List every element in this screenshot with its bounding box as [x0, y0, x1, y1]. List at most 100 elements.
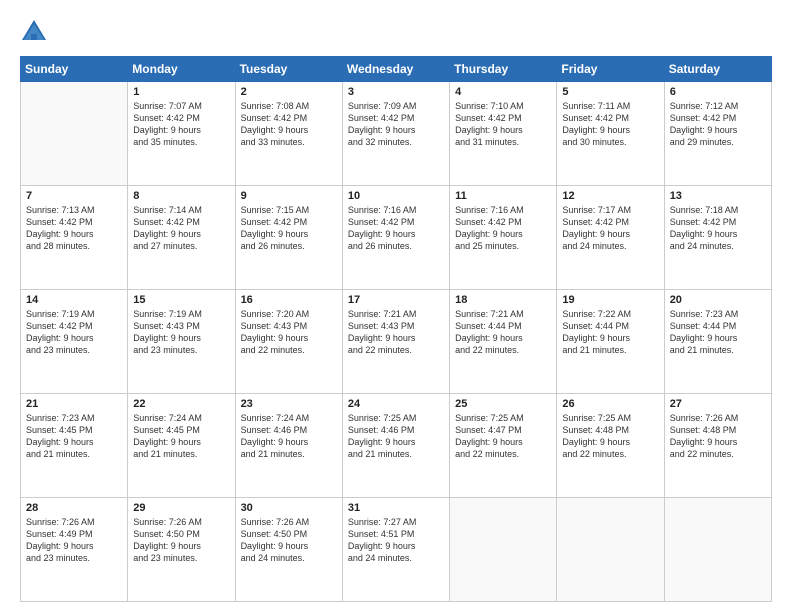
- day-number: 19: [562, 294, 658, 306]
- calendar-cell: [21, 82, 128, 186]
- calendar-cell: 17 Sunrise: 7:21 AM Sunset: 4:43 PM Dayli…: [342, 290, 449, 394]
- calendar-cell: 4 Sunrise: 7:10 AM Sunset: 4:42 PM Daylig…: [450, 82, 557, 186]
- day-number: 28: [26, 502, 122, 514]
- cell-info: Sunrise: 7:15 AM Sunset: 4:42 PM Dayligh…: [241, 204, 337, 253]
- calendar-table: SundayMondayTuesdayWednesdayThursdayFrid…: [20, 56, 772, 602]
- cell-info: Sunrise: 7:16 AM Sunset: 4:42 PM Dayligh…: [348, 204, 444, 253]
- calendar-cell: 21 Sunrise: 7:23 AM Sunset: 4:45 PM Dayli…: [21, 394, 128, 498]
- day-number: 9: [241, 190, 337, 202]
- calendar-cell: 27Sunrise: 7:26 AM Sunset: 4:48 PM Dayli…: [664, 394, 771, 498]
- calendar-cell: 11 Sunrise: 7:16 AM Sunset: 4:42 PM Dayli…: [450, 186, 557, 290]
- cell-info: Sunrise: 7:12 AM Sunset: 4:42 PM Dayligh…: [670, 100, 766, 149]
- day-number: 23: [241, 398, 337, 410]
- cell-info: Sunrise: 7:25 AM Sunset: 4:47 PM Dayligh…: [455, 412, 551, 461]
- cell-info: Sunrise: 7:14 AM Sunset: 4:42 PM Dayligh…: [133, 204, 229, 253]
- logo: [20, 18, 52, 46]
- day-number: 31: [348, 502, 444, 514]
- calendar-cell: 12 Sunrise: 7:17 AM Sunset: 4:42 PM Dayli…: [557, 186, 664, 290]
- calendar-cell: 19 Sunrise: 7:22 AM Sunset: 4:44 PM Dayli…: [557, 290, 664, 394]
- cell-info: Sunrise: 7:26 AM Sunset: 4:50 PM Dayligh…: [241, 516, 337, 565]
- cell-info: Sunrise: 7:13 AM Sunset: 4:42 PM Dayligh…: [26, 204, 122, 253]
- cell-info: Sunrise: 7:11 AM Sunset: 4:42 PM Dayligh…: [562, 100, 658, 149]
- cell-info: Sunrise: 7:23 AM Sunset: 4:45 PM Dayligh…: [26, 412, 122, 461]
- day-number: 18: [455, 294, 551, 306]
- page: SundayMondayTuesdayWednesdayThursdayFrid…: [0, 0, 792, 612]
- day-number: 26: [562, 398, 658, 410]
- day-number: 12: [562, 190, 658, 202]
- day-number: 1: [133, 86, 229, 98]
- calendar-cell: [664, 498, 771, 602]
- cell-info: Sunrise: 7:27 AM Sunset: 4:51 PM Dayligh…: [348, 516, 444, 565]
- calendar-cell: 22 Sunrise: 7:24 AM Sunset: 4:45 PM Dayli…: [128, 394, 235, 498]
- calendar-cell: 29 Sunrise: 7:26 AM Sunset: 4:50 PM Dayli…: [128, 498, 235, 602]
- calendar-weekday-header: Tuesday: [235, 57, 342, 82]
- calendar-cell: 30 Sunrise: 7:26 AM Sunset: 4:50 PM Dayli…: [235, 498, 342, 602]
- calendar-weekday-header: Sunday: [21, 57, 128, 82]
- calendar-cell: [557, 498, 664, 602]
- day-number: 16: [241, 294, 337, 306]
- calendar-cell: 23Sunrise: 7:24 AM Sunset: 4:46 PM Dayli…: [235, 394, 342, 498]
- cell-info: Sunrise: 7:10 AM Sunset: 4:42 PM Dayligh…: [455, 100, 551, 149]
- cell-info: Sunrise: 7:23 AM Sunset: 4:44 PM Dayligh…: [670, 308, 766, 357]
- cell-info: Sunrise: 7:08 AM Sunset: 4:42 PM Dayligh…: [241, 100, 337, 149]
- day-number: 3: [348, 86, 444, 98]
- cell-info: Sunrise: 7:25 AM Sunset: 4:46 PM Dayligh…: [348, 412, 444, 461]
- day-number: 27: [670, 398, 766, 410]
- cell-info: Sunrise: 7:21 AM Sunset: 4:43 PM Dayligh…: [348, 308, 444, 357]
- day-number: 15: [133, 294, 229, 306]
- cell-info: Sunrise: 7:22 AM Sunset: 4:44 PM Dayligh…: [562, 308, 658, 357]
- calendar-cell: 16 Sunrise: 7:20 AM Sunset: 4:43 PM Dayli…: [235, 290, 342, 394]
- calendar-week-row: 7Sunrise: 7:13 AM Sunset: 4:42 PM Daylig…: [21, 186, 772, 290]
- calendar-cell: 3Sunrise: 7:09 AM Sunset: 4:42 PM Daylig…: [342, 82, 449, 186]
- calendar-weekday-header: Wednesday: [342, 57, 449, 82]
- day-number: 4: [455, 86, 551, 98]
- day-number: 10: [348, 190, 444, 202]
- day-number: 2: [241, 86, 337, 98]
- cell-info: Sunrise: 7:18 AM Sunset: 4:42 PM Dayligh…: [670, 204, 766, 253]
- calendar-cell: 6 Sunrise: 7:12 AM Sunset: 4:42 PM Daylig…: [664, 82, 771, 186]
- calendar-cell: 10 Sunrise: 7:16 AM Sunset: 4:42 PM Dayli…: [342, 186, 449, 290]
- calendar-cell: 18 Sunrise: 7:21 AM Sunset: 4:44 PM Dayli…: [450, 290, 557, 394]
- day-number: 8: [133, 190, 229, 202]
- cell-info: Sunrise: 7:24 AM Sunset: 4:45 PM Dayligh…: [133, 412, 229, 461]
- calendar-cell: [450, 498, 557, 602]
- calendar-week-row: 1 Sunrise: 7:07 AM Sunset: 4:42 PM Daylig…: [21, 82, 772, 186]
- day-number: 14: [26, 294, 122, 306]
- day-number: 30: [241, 502, 337, 514]
- cell-info: Sunrise: 7:07 AM Sunset: 4:42 PM Dayligh…: [133, 100, 229, 149]
- day-number: 17: [348, 294, 444, 306]
- calendar-week-row: 14 Sunrise: 7:19 AM Sunset: 4:42 PM Dayli…: [21, 290, 772, 394]
- day-number: 29: [133, 502, 229, 514]
- calendar-cell: 1 Sunrise: 7:07 AM Sunset: 4:42 PM Daylig…: [128, 82, 235, 186]
- cell-info: Sunrise: 7:20 AM Sunset: 4:43 PM Dayligh…: [241, 308, 337, 357]
- calendar-cell: 5Sunrise: 7:11 AM Sunset: 4:42 PM Daylig…: [557, 82, 664, 186]
- calendar-cell: 15Sunrise: 7:19 AM Sunset: 4:43 PM Dayli…: [128, 290, 235, 394]
- cell-info: Sunrise: 7:26 AM Sunset: 4:50 PM Dayligh…: [133, 516, 229, 565]
- calendar-cell: 14 Sunrise: 7:19 AM Sunset: 4:42 PM Dayli…: [21, 290, 128, 394]
- day-number: 20: [670, 294, 766, 306]
- calendar-cell: 7Sunrise: 7:13 AM Sunset: 4:42 PM Daylig…: [21, 186, 128, 290]
- calendar-cell: 25 Sunrise: 7:25 AM Sunset: 4:47 PM Dayli…: [450, 394, 557, 498]
- calendar-week-row: 21 Sunrise: 7:23 AM Sunset: 4:45 PM Dayli…: [21, 394, 772, 498]
- day-number: 13: [670, 190, 766, 202]
- day-number: 22: [133, 398, 229, 410]
- calendar-cell: 8 Sunrise: 7:14 AM Sunset: 4:42 PM Daylig…: [128, 186, 235, 290]
- calendar-cell: 13 Sunrise: 7:18 AM Sunset: 4:42 PM Dayli…: [664, 186, 771, 290]
- day-number: 24: [348, 398, 444, 410]
- day-number: 11: [455, 190, 551, 202]
- cell-info: Sunrise: 7:19 AM Sunset: 4:42 PM Dayligh…: [26, 308, 122, 357]
- day-number: 21: [26, 398, 122, 410]
- cell-info: Sunrise: 7:21 AM Sunset: 4:44 PM Dayligh…: [455, 308, 551, 357]
- cell-info: Sunrise: 7:26 AM Sunset: 4:49 PM Dayligh…: [26, 516, 122, 565]
- calendar-cell: 24 Sunrise: 7:25 AM Sunset: 4:46 PM Dayli…: [342, 394, 449, 498]
- calendar-cell: 31 Sunrise: 7:27 AM Sunset: 4:51 PM Dayli…: [342, 498, 449, 602]
- day-number: 6: [670, 86, 766, 98]
- calendar-weekday-header: Saturday: [664, 57, 771, 82]
- day-number: 25: [455, 398, 551, 410]
- cell-info: Sunrise: 7:16 AM Sunset: 4:42 PM Dayligh…: [455, 204, 551, 253]
- calendar-header-row: SundayMondayTuesdayWednesdayThursdayFrid…: [21, 57, 772, 82]
- cell-info: Sunrise: 7:25 AM Sunset: 4:48 PM Dayligh…: [562, 412, 658, 461]
- calendar-weekday-header: Thursday: [450, 57, 557, 82]
- calendar-week-row: 28 Sunrise: 7:26 AM Sunset: 4:49 PM Dayli…: [21, 498, 772, 602]
- cell-info: Sunrise: 7:17 AM Sunset: 4:42 PM Dayligh…: [562, 204, 658, 253]
